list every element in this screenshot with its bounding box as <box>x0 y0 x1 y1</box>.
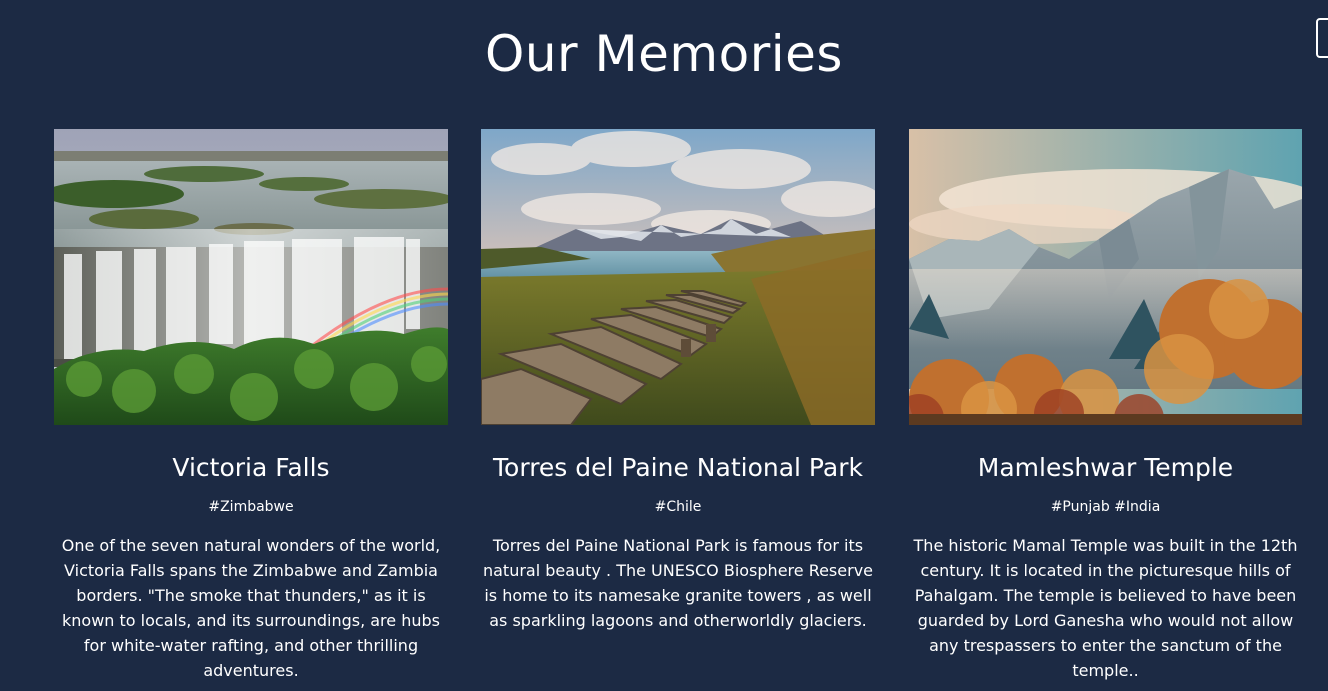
card-description: The historic Mamal Temple was built in t… <box>913 536 1298 680</box>
card-tags: #Zimbabwe <box>208 499 294 515</box>
memory-card: Victoria Falls #Zimbabwe One of the seve… <box>54 129 448 683</box>
card-title: Torres del Paine National Park <box>493 453 863 482</box>
card-title: Victoria Falls <box>172 453 330 482</box>
memory-cards: Victoria Falls #Zimbabwe One of the seve… <box>54 129 1302 680</box>
card-tags: #Punjab #India <box>1050 499 1161 515</box>
card-description: Torres del Paine National Park is famous… <box>482 536 873 630</box>
waterfall-rainbow-photo <box>54 129 448 425</box>
memories-section: Our Memories Victoria Falls #Zimbabwe On… <box>0 0 1328 691</box>
memory-card: Torres del Paine National Park #Chile To… <box>481 129 875 633</box>
autumn-mountains-photo <box>909 129 1302 425</box>
mountain-boardwalk-photo <box>481 129 875 425</box>
section-title: Our Memories <box>485 25 843 83</box>
scroll-edge-indicator[interactable] <box>1316 18 1328 58</box>
card-description: One of the seven natural wonders of the … <box>61 536 441 680</box>
card-title: Mamleshwar Temple <box>977 453 1234 482</box>
memory-card: Mamleshwar Temple #Punjab #India The his… <box>909 129 1302 683</box>
card-tags: #Chile <box>654 499 702 515</box>
